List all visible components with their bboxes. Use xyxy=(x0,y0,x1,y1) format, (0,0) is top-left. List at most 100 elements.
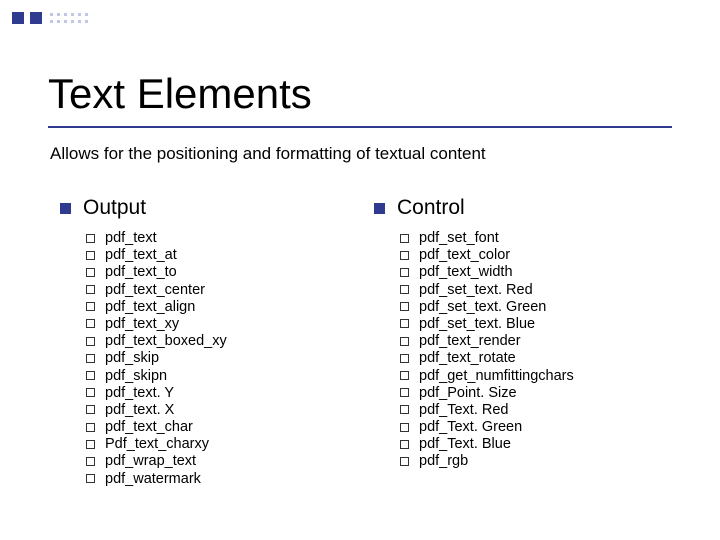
item-list: pdf_set_font pdf_text_color pdf_text_wid… xyxy=(374,230,680,469)
hollow-square-bullet-icon xyxy=(86,371,95,380)
column-heading-label: Output xyxy=(83,196,146,220)
list-item-label: pdf_text xyxy=(105,230,157,246)
hollow-square-bullet-icon xyxy=(86,405,95,414)
slide: Text Elements Allows for the positioning… xyxy=(0,0,720,540)
hollow-square-bullet-icon xyxy=(86,440,95,449)
list-item-label: pdf_text_xy xyxy=(105,316,179,332)
list-item: pdf_watermark xyxy=(86,471,366,487)
hollow-square-bullet-icon xyxy=(86,268,95,277)
list-item-label: pdf_text_to xyxy=(105,264,177,280)
list-item: pdf_set_text. Blue xyxy=(400,316,680,332)
hollow-square-bullet-icon xyxy=(400,234,409,243)
list-item-label: pdf_watermark xyxy=(105,471,201,487)
list-item-label: pdf_Text. Blue xyxy=(419,436,511,452)
list-item: pdf_skipn xyxy=(86,368,366,384)
list-item-label: pdf_Text. Red xyxy=(419,402,508,418)
list-item-label: pdf_text_boxed_xy xyxy=(105,333,227,349)
hollow-square-bullet-icon xyxy=(400,354,409,363)
column-heading: Control xyxy=(374,196,680,220)
list-item: Pdf_text_charxy xyxy=(86,436,366,452)
hollow-square-bullet-icon xyxy=(400,251,409,260)
hollow-square-bullet-icon xyxy=(86,354,95,363)
hollow-square-bullet-icon xyxy=(400,440,409,449)
list-item-label: Pdf_text_charxy xyxy=(105,436,209,452)
list-item-label: pdf_Text. Green xyxy=(419,419,522,435)
list-item: pdf_skip xyxy=(86,350,366,366)
list-item-label: pdf_text_char xyxy=(105,419,193,435)
decorative-corner xyxy=(12,12,89,24)
list-item: pdf_Point. Size xyxy=(400,385,680,401)
columns: Output pdf_text pdf_text_at pdf_text_to … xyxy=(60,196,680,488)
hollow-square-bullet-icon xyxy=(86,302,95,311)
list-item-label: pdf_set_text. Red xyxy=(419,282,533,298)
hollow-square-bullet-icon xyxy=(400,302,409,311)
hollow-square-bullet-icon xyxy=(86,457,95,466)
hollow-square-bullet-icon xyxy=(400,457,409,466)
list-item-label: pdf_wrap_text xyxy=(105,453,196,469)
list-item: pdf_text xyxy=(86,230,366,246)
list-item: pdf_text_char xyxy=(86,419,366,435)
list-item-label: pdf_skipn xyxy=(105,368,167,384)
list-item-label: pdf_text_render xyxy=(419,333,521,349)
list-item-label: pdf_text_width xyxy=(419,264,513,280)
column-heading: Output xyxy=(60,196,366,220)
list-item: pdf_Text. Green xyxy=(400,419,680,435)
list-item-label: pdf_set_text. Green xyxy=(419,299,546,315)
list-item: pdf_text. Y xyxy=(86,385,366,401)
list-item: pdf_text_rotate xyxy=(400,350,680,366)
list-item: pdf_text_color xyxy=(400,247,680,263)
hollow-square-bullet-icon xyxy=(86,285,95,294)
list-item: pdf_wrap_text xyxy=(86,453,366,469)
list-item: pdf_get_numfittingchars xyxy=(400,368,680,384)
hollow-square-bullet-icon xyxy=(400,337,409,346)
item-list: pdf_text pdf_text_at pdf_text_to pdf_tex… xyxy=(60,230,366,487)
list-item-label: pdf_text. X xyxy=(105,402,174,418)
column-heading-label: Control xyxy=(397,196,465,220)
list-item-label: pdf_Point. Size xyxy=(419,385,517,401)
title-underline xyxy=(48,126,672,128)
hollow-square-bullet-icon xyxy=(400,371,409,380)
dot-grid-icon xyxy=(50,13,89,24)
list-item: pdf_text. X xyxy=(86,402,366,418)
list-item-label: pdf_text_center xyxy=(105,282,205,298)
column-control: Control pdf_set_font pdf_text_color pdf_… xyxy=(374,196,680,488)
list-item: pdf_set_text. Green xyxy=(400,299,680,315)
square-icon xyxy=(12,12,24,24)
hollow-square-bullet-icon xyxy=(86,388,95,397)
list-item-label: pdf_get_numfittingchars xyxy=(419,368,574,384)
hollow-square-bullet-icon xyxy=(400,405,409,414)
hollow-square-bullet-icon xyxy=(400,423,409,432)
hollow-square-bullet-icon xyxy=(86,319,95,328)
list-item: pdf_Text. Red xyxy=(400,402,680,418)
list-item-label: pdf_text_align xyxy=(105,299,195,315)
hollow-square-bullet-icon xyxy=(400,388,409,397)
hollow-square-bullet-icon xyxy=(86,337,95,346)
list-item: pdf_text_to xyxy=(86,264,366,280)
hollow-square-bullet-icon xyxy=(86,251,95,260)
filled-square-bullet-icon xyxy=(60,203,71,214)
hollow-square-bullet-icon xyxy=(400,268,409,277)
list-item: pdf_text_boxed_xy xyxy=(86,333,366,349)
list-item-label: pdf_text_color xyxy=(419,247,510,263)
slide-subtitle: Allows for the positioning and formattin… xyxy=(50,144,486,164)
list-item: pdf_set_text. Red xyxy=(400,282,680,298)
slide-title: Text Elements xyxy=(48,70,312,118)
list-item: pdf_text_align xyxy=(86,299,366,315)
list-item: pdf_text_xy xyxy=(86,316,366,332)
list-item-label: pdf_text_at xyxy=(105,247,177,263)
list-item: pdf_text_width xyxy=(400,264,680,280)
filled-square-bullet-icon xyxy=(374,203,385,214)
list-item: pdf_text_render xyxy=(400,333,680,349)
list-item-label: pdf_set_text. Blue xyxy=(419,316,535,332)
list-item-label: pdf_text. Y xyxy=(105,385,174,401)
hollow-square-bullet-icon xyxy=(400,319,409,328)
list-item: pdf_text_center xyxy=(86,282,366,298)
hollow-square-bullet-icon xyxy=(86,423,95,432)
hollow-square-bullet-icon xyxy=(400,285,409,294)
list-item-label: pdf_skip xyxy=(105,350,159,366)
list-item-label: pdf_set_font xyxy=(419,230,499,246)
list-item: pdf_text_at xyxy=(86,247,366,263)
list-item: pdf_set_font xyxy=(400,230,680,246)
square-icon xyxy=(30,12,42,24)
column-output: Output pdf_text pdf_text_at pdf_text_to … xyxy=(60,196,366,488)
